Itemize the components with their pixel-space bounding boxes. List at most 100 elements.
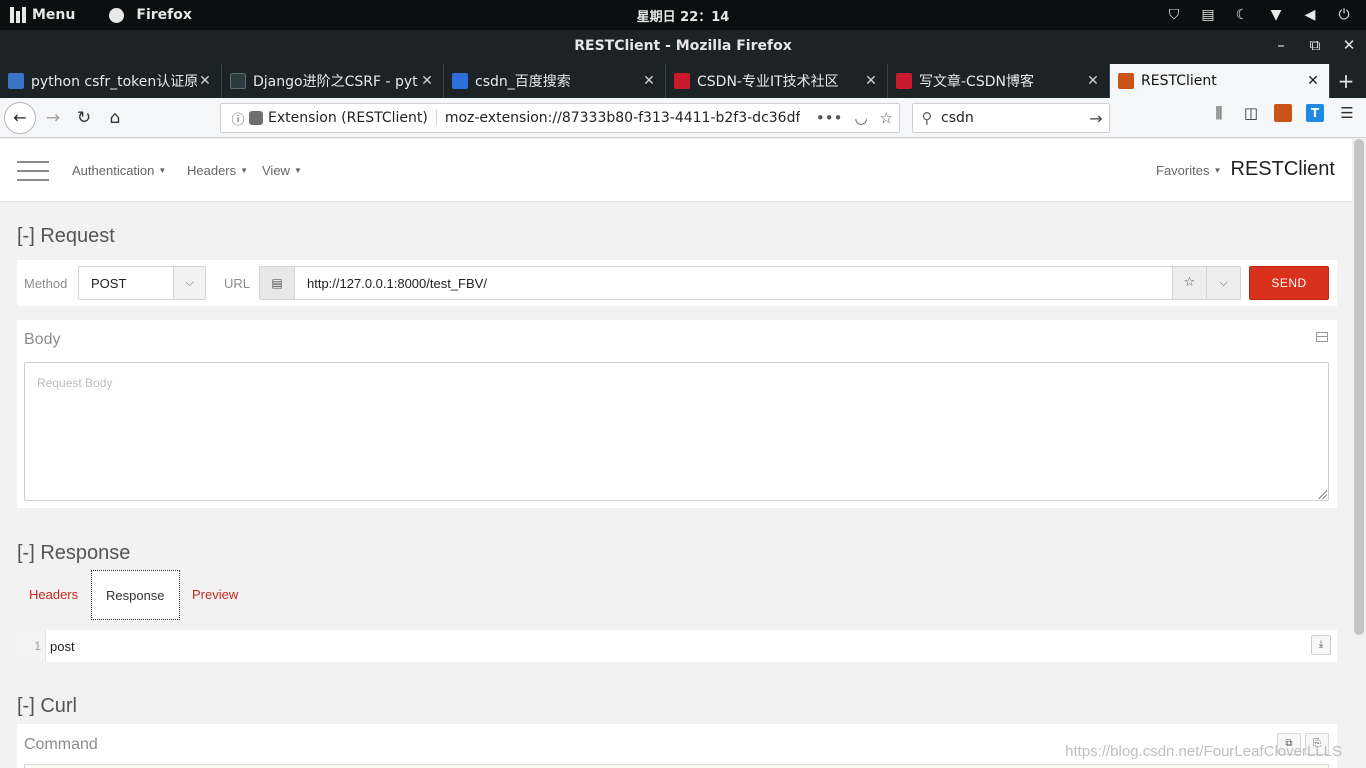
headers-menu[interactable]: Headers ▼ <box>187 163 248 178</box>
authentication-menu[interactable]: Authentication ▼ <box>72 163 166 178</box>
csdn-favicon-icon <box>896 73 912 89</box>
method-value: POST <box>91 276 127 291</box>
puzzle-icon <box>249 111 263 125</box>
home-button[interactable]: ⌂ <box>101 104 129 132</box>
window-titlebar: RESTClient - Mozilla Firefox – ⧉ ✕ <box>0 30 1366 64</box>
sidebar-icon[interactable]: ◫ <box>1242 104 1260 122</box>
restore-icon[interactable]: ⧉ <box>1308 36 1322 54</box>
command-label: Command <box>24 736 98 753</box>
address-bar[interactable]: ⓘ Extension (RESTClient) moz-extension:/… <box>220 103 900 133</box>
favorites-menu-label: Favorites <box>1156 163 1210 178</box>
tab-csdn-write[interactable]: 写文章-CSDN博客 ✕ <box>888 64 1110 98</box>
tab-restclient[interactable]: RESTClient ✕ <box>1110 64 1330 98</box>
minimize-icon[interactable]: – <box>1274 36 1288 54</box>
response-tab-response[interactable]: Response <box>91 570 180 620</box>
request-url-input[interactable]: http://127.0.0.1:8000/test_FBV/ <box>307 276 487 291</box>
view-menu-label: View <box>262 163 290 178</box>
baidu-favicon-icon <box>452 73 468 89</box>
keyboard-icon[interactable]: ▤ <box>1200 7 1216 23</box>
url-actions: ••• ◡ ☆ <box>816 109 893 127</box>
response-tab-preview[interactable]: Preview <box>180 570 250 620</box>
tab-csdn-home[interactable]: CSDN-专业IT技术社区 ✕ <box>666 64 888 98</box>
request-body-textarea[interactable]: Request Body <box>24 362 1329 501</box>
wifi-icon[interactable]: ▼ <box>1268 7 1284 23</box>
info-icon[interactable]: ⓘ <box>227 109 249 128</box>
method-select[interactable]: POST ⌵ <box>78 266 206 300</box>
tab-baidu-search[interactable]: csdn_百度搜索 ✕ <box>444 64 666 98</box>
resize-grip-icon[interactable] <box>1317 489 1327 499</box>
tab-label: RESTClient <box>1141 73 1217 89</box>
favorite-star-icon[interactable]: ☆ <box>1172 267 1206 299</box>
search-icon: ⚲ <box>921 109 933 127</box>
tab-label: Django进阶之CSRF - pyt <box>253 74 418 90</box>
caret-down-icon: ▼ <box>293 166 302 175</box>
scrollbar-thumb[interactable] <box>1354 139 1364 635</box>
method-label: Method <box>24 276 68 291</box>
volume-icon[interactable]: ◀ <box>1302 7 1318 23</box>
caret-down-icon: ▼ <box>240 166 249 175</box>
os-app-label: Firefox <box>136 7 192 23</box>
window-title: RESTClient - Mozilla Firefox <box>574 38 792 54</box>
app-menu-toggle[interactable] <box>17 161 49 181</box>
close-tab-icon[interactable]: ✕ <box>641 73 657 89</box>
search-go-icon[interactable]: → <box>1083 109 1109 128</box>
system-tray: ⛉ ▤ ☾ ▼ ◀ ⏻ <box>1166 0 1352 30</box>
tab-django-csrf[interactable]: Django进阶之CSRF - pyt ✕ <box>222 64 444 98</box>
back-button[interactable]: ← <box>4 101 36 134</box>
close-tab-icon[interactable]: ✕ <box>419 73 435 89</box>
response-body: 1 post ⤓ <box>17 630 1337 662</box>
page-scrollbar[interactable] <box>1352 139 1366 768</box>
shield-icon[interactable]: ⛉ <box>1166 7 1182 23</box>
close-tab-icon[interactable]: ✕ <box>197 73 213 89</box>
favorites-menu[interactable]: Favorites ▼ <box>1156 163 1221 178</box>
close-tab-icon[interactable]: ✕ <box>1085 73 1101 89</box>
forward-button[interactable]: → <box>39 104 67 132</box>
library-icon[interactable]: ⫼ <box>1210 104 1228 122</box>
close-window-icon[interactable]: ✕ <box>1342 36 1356 54</box>
moon-icon[interactable]: ☾ <box>1234 7 1250 23</box>
tab-label: csdn_百度搜索 <box>475 74 571 90</box>
tab-label: CSDN-专业IT技术社区 <box>697 74 839 90</box>
request-url-group: ▤ http://127.0.0.1:8000/test_FBV/ ☆ ⌵ <box>259 266 1241 300</box>
os-top-bar: Menu Firefox 星期日 22：14 ⛉ ▤ ☾ ▼ ◀ ⏻ <box>0 0 1366 30</box>
watermark: https://blog.csdn.net/FourLeafCloverLLLS <box>1065 743 1342 760</box>
url-history-chevron-icon[interactable]: ⌵ <box>1206 267 1240 299</box>
document-icon: ▤ <box>260 267 295 299</box>
close-tab-icon[interactable]: ✕ <box>863 73 879 89</box>
curl-section-title[interactable]: [-] Curl <box>17 695 77 718</box>
new-tab-button[interactable]: + <box>1330 64 1362 98</box>
search-bar[interactable]: ⚲ csdn → <box>912 103 1110 133</box>
caret-down-icon: ▼ <box>158 166 167 175</box>
response-section-title[interactable]: [-] Response <box>17 542 130 565</box>
command-output[interactable] <box>24 764 1329 768</box>
page-actions-icon[interactable]: ••• <box>816 109 843 127</box>
bookmark-star-icon[interactable]: ☆ <box>880 109 893 127</box>
table-icon[interactable] <box>1316 332 1328 342</box>
translate-extension-icon[interactable]: T <box>1306 104 1324 122</box>
url-text[interactable]: moz-extension://87333b80-f313-4411-b2f3-… <box>445 110 800 126</box>
response-tab-headers[interactable]: Headers <box>17 570 90 620</box>
restclient-extension-icon[interactable] <box>1274 104 1292 122</box>
close-tab-icon[interactable]: ✕ <box>1305 73 1321 89</box>
os-clock[interactable]: 星期日 22：14 <box>0 6 1366 25</box>
power-icon[interactable]: ⏻ <box>1336 7 1352 23</box>
url-label: URL <box>224 276 251 291</box>
tab-python-csrf[interactable]: python csfr_token认证原 ✕ <box>0 64 222 98</box>
page-content: Authentication ▼ Headers ▼ View ▼ Favorites… <box>0 139 1352 768</box>
view-menu[interactable]: View ▼ <box>262 163 302 178</box>
extension-identity[interactable]: Extension (RESTClient) <box>249 110 437 126</box>
caret-down-icon: ▼ <box>1213 166 1222 175</box>
body-label: Body <box>24 331 61 348</box>
hamburger-menu-icon[interactable]: ☰ <box>1338 104 1356 122</box>
tab-strip: python csfr_token认证原 ✕ Django进阶之CSRF - p… <box>0 64 1366 98</box>
reload-button[interactable]: ↻ <box>70 104 98 132</box>
search-input[interactable]: csdn <box>941 110 1083 126</box>
body-placeholder: Request Body <box>37 376 113 390</box>
pocket-icon[interactable]: ◡ <box>854 109 867 127</box>
firefox-icon <box>109 7 125 23</box>
send-button[interactable]: SEND <box>1249 266 1329 300</box>
os-menu-button[interactable]: Menu <box>10 0 75 30</box>
request-section-title[interactable]: [-] Request <box>17 225 115 248</box>
os-app-firefox[interactable]: Firefox <box>109 7 192 23</box>
download-icon[interactable]: ⤓ <box>1311 635 1331 655</box>
